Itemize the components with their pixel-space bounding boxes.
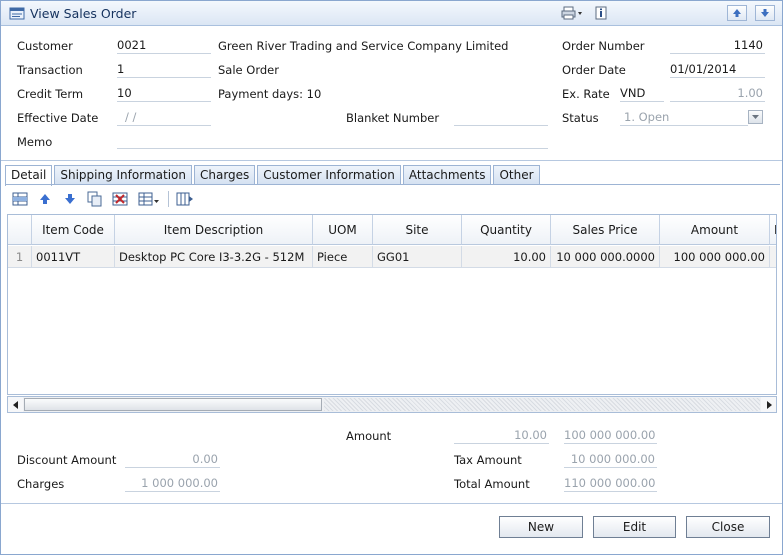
tab-shipping-information[interactable]: Shipping Information — [54, 165, 192, 185]
detail-tabs: Detail Shipping Information Charges Cust… — [5, 165, 542, 186]
arrow-right-icon — [766, 400, 772, 409]
grid-horizontal-scrollbar[interactable] — [7, 396, 777, 413]
row-number-header — [8, 215, 32, 245]
edit-button[interactable]: Edit — [593, 516, 676, 538]
column-header-site[interactable]: Site — [373, 215, 462, 245]
currency-field[interactable]: VND — [620, 85, 664, 102]
arrow-down-icon — [761, 9, 769, 17]
transaction-field[interactable]: 1 — [117, 61, 211, 78]
order-date-label: Order Date — [562, 63, 626, 77]
total-quantity-field: 10.00 — [454, 427, 549, 444]
header-separator — [1, 160, 782, 161]
chevron-down-icon — [752, 114, 759, 119]
discount-amount-label: Discount Amount — [17, 453, 117, 467]
column-header-quantity[interactable]: Quantity — [462, 215, 551, 245]
column-chooser-icon[interactable] — [175, 190, 195, 208]
column-header-uom[interactable]: UOM — [313, 215, 373, 245]
discount-amount-field: 0.00 — [125, 451, 220, 468]
new-button[interactable]: New — [499, 516, 583, 538]
next-record-button[interactable] — [755, 5, 775, 21]
column-header-truncated[interactable]: I — [770, 215, 776, 245]
row-number: 1 — [8, 246, 32, 268]
transaction-label: Transaction — [17, 63, 83, 77]
tab-detail[interactable]: Detail — [5, 165, 53, 186]
scroll-left-button[interactable] — [8, 397, 23, 412]
previous-record-button[interactable] — [727, 5, 747, 21]
transaction-name: Sale Order — [218, 63, 279, 77]
charges-label: Charges — [17, 477, 65, 491]
scroll-right-button[interactable] — [761, 397, 776, 412]
scrollbar-track[interactable] — [324, 398, 760, 411]
print-icon[interactable] — [561, 6, 583, 20]
amount-field: 100 000 000.00 — [564, 428, 657, 444]
effective-date-field[interactable]: / / — [117, 109, 211, 126]
cell-item-description[interactable]: Desktop PC Core I3-3.2G - 512M — [115, 246, 313, 268]
column-header-item-description[interactable]: Item Description — [115, 215, 313, 245]
insert-row-icon[interactable] — [11, 190, 29, 208]
window-title: View Sales Order — [30, 6, 137, 21]
title-bar: View Sales Order — [1, 1, 782, 26]
status-label: Status — [562, 111, 599, 125]
status-dropdown-button[interactable] — [748, 110, 763, 124]
footer-separator — [1, 503, 782, 504]
move-up-icon[interactable] — [36, 190, 54, 208]
memo-field[interactable] — [117, 132, 548, 149]
cell-item-code[interactable]: 0011VT — [32, 246, 115, 268]
customer-code-field[interactable]: 0021 — [117, 37, 211, 54]
memo-label: Memo — [17, 135, 53, 149]
order-lines-grid: Item Code Item Description UOM Site Quan… — [7, 214, 777, 395]
credit-term-field[interactable]: 10 — [117, 85, 211, 102]
sales-order-icon — [9, 6, 25, 20]
cell-uom[interactable]: Piece — [313, 246, 373, 268]
amount-label: Amount — [346, 429, 392, 443]
column-header-sales-price[interactable]: Sales Price — [551, 215, 660, 245]
cell-site[interactable]: GG01 — [373, 246, 462, 268]
cell-amount[interactable]: 100 000 000.00 — [660, 246, 770, 268]
order-number-label: Order Number — [562, 39, 645, 53]
tab-customer-information[interactable]: Customer Information — [257, 165, 401, 185]
customer-label: Customer — [17, 39, 73, 53]
grid-toolbar — [9, 188, 779, 210]
tab-other[interactable]: Other — [493, 165, 540, 185]
info-icon[interactable] — [594, 6, 608, 20]
sales-order-window: View Sales Order Customer 0021 Green Riv… — [0, 0, 783, 555]
tab-underline — [5, 184, 780, 185]
scrollbar-thumb[interactable] — [24, 398, 322, 411]
close-button[interactable]: Close — [686, 516, 770, 538]
cell-quantity[interactable]: 10.00 — [462, 246, 551, 268]
charges-field: 1 000 000.00 — [125, 475, 220, 492]
column-header-amount[interactable]: Amount — [660, 215, 770, 245]
order-number-field[interactable]: 1140 — [670, 37, 765, 54]
customer-name: Green River Trading and Service Company … — [218, 39, 509, 53]
arrow-up-icon — [733, 9, 741, 17]
ex-rate-field[interactable]: 1.00 — [670, 85, 765, 102]
arrow-left-icon — [12, 400, 18, 409]
effective-date-label: Effective Date — [17, 111, 99, 125]
ex-rate-label: Ex. Rate — [562, 87, 610, 101]
cell-truncated[interactable] — [770, 246, 776, 268]
status-select[interactable]: 1. Open — [620, 109, 748, 126]
copy-row-icon[interactable] — [86, 190, 104, 208]
delete-row-icon[interactable] — [111, 190, 129, 208]
order-date-field[interactable]: 01/01/2014 — [670, 61, 765, 78]
total-amount-label: Total Amount — [454, 477, 530, 491]
total-amount-field: 110 000 000.00 — [564, 476, 657, 492]
grid-options-icon[interactable] — [137, 190, 161, 208]
credit-term-label: Credit Term — [17, 87, 84, 101]
tax-amount-field: 10 000 000.00 — [564, 451, 657, 468]
tax-amount-label: Tax Amount — [454, 453, 522, 467]
move-down-icon[interactable] — [61, 190, 79, 208]
tab-attachments[interactable]: Attachments — [402, 165, 492, 185]
cell-sales-price[interactable]: 10 000 000.0000 — [551, 246, 660, 268]
column-header-item-code[interactable]: Item Code — [32, 215, 115, 245]
toolbar-divider — [168, 191, 169, 207]
blanket-number-field[interactable] — [454, 109, 548, 126]
payment-days-text: Payment days: 10 — [218, 87, 322, 101]
blanket-number-label: Blanket Number — [346, 111, 440, 125]
tab-charges[interactable]: Charges — [193, 165, 256, 185]
